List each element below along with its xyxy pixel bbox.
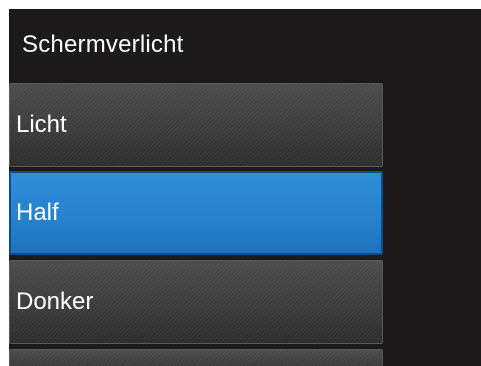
- menu-header: Schermverlicht: [9, 9, 481, 81]
- option-licht-button[interactable]: Licht: [9, 83, 383, 167]
- option-label: Half: [16, 199, 59, 226]
- option-label: Donker: [16, 288, 94, 315]
- option-half-button[interactable]: Half: [9, 171, 383, 255]
- option-label: Licht: [16, 111, 67, 138]
- menu-title: Schermverlicht: [22, 31, 184, 58]
- brightness-menu-screen: Schermverlicht Licht Half Donker: [9, 9, 481, 366]
- next-option-button-partial[interactable]: [9, 349, 383, 366]
- option-donker-button[interactable]: Donker: [9, 260, 383, 344]
